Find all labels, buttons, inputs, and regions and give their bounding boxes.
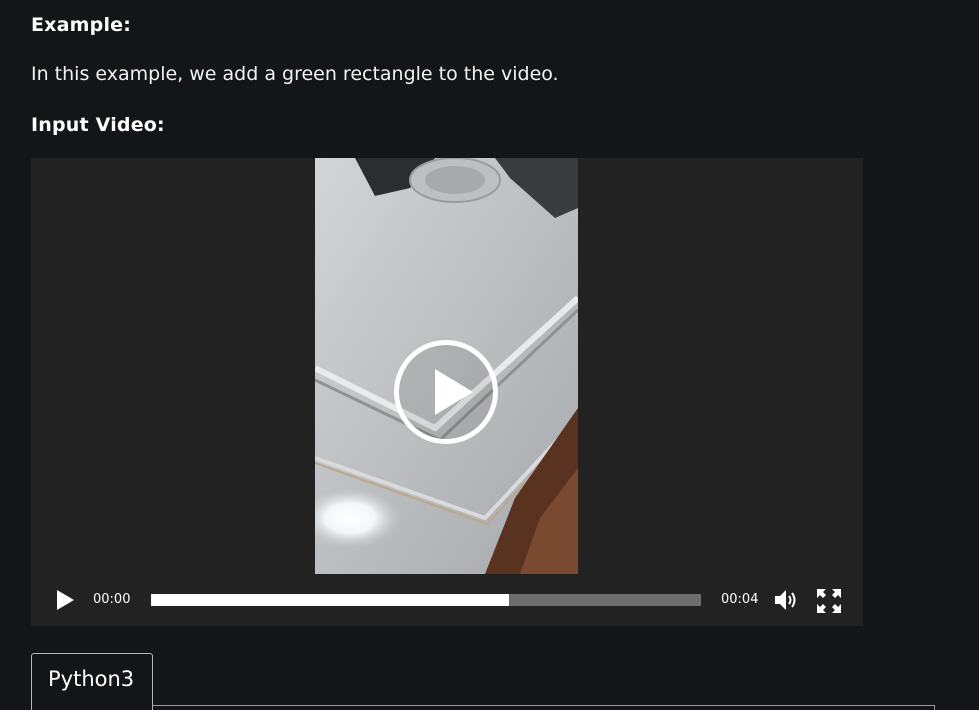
video-player[interactable]: 00:00 00:04: [31, 158, 863, 626]
fullscreen-icon: [817, 589, 841, 613]
input-video-heading: Input Video:: [31, 114, 165, 136]
example-heading: Example:: [31, 14, 132, 36]
tab-python3[interactable]: Python3: [31, 653, 153, 710]
progress-bar[interactable]: [151, 594, 701, 606]
play-icon: [435, 369, 473, 415]
tab-bar-divider: [31, 705, 935, 706]
play-icon: [57, 590, 74, 610]
play-button[interactable]: [55, 588, 75, 612]
video-controls: 00:00 00:04: [31, 574, 863, 626]
volume-icon: [775, 590, 796, 610]
progress-fill: [151, 594, 509, 606]
big-play-button[interactable]: [394, 340, 498, 444]
fullscreen-button[interactable]: [816, 588, 842, 614]
current-time: 00:00: [93, 592, 131, 607]
duration-time: 00:04: [721, 592, 759, 607]
volume-button[interactable]: [774, 588, 800, 612]
tab-bar-edge: [934, 705, 935, 710]
example-description: In this example, we add a green rectangl…: [31, 63, 559, 85]
